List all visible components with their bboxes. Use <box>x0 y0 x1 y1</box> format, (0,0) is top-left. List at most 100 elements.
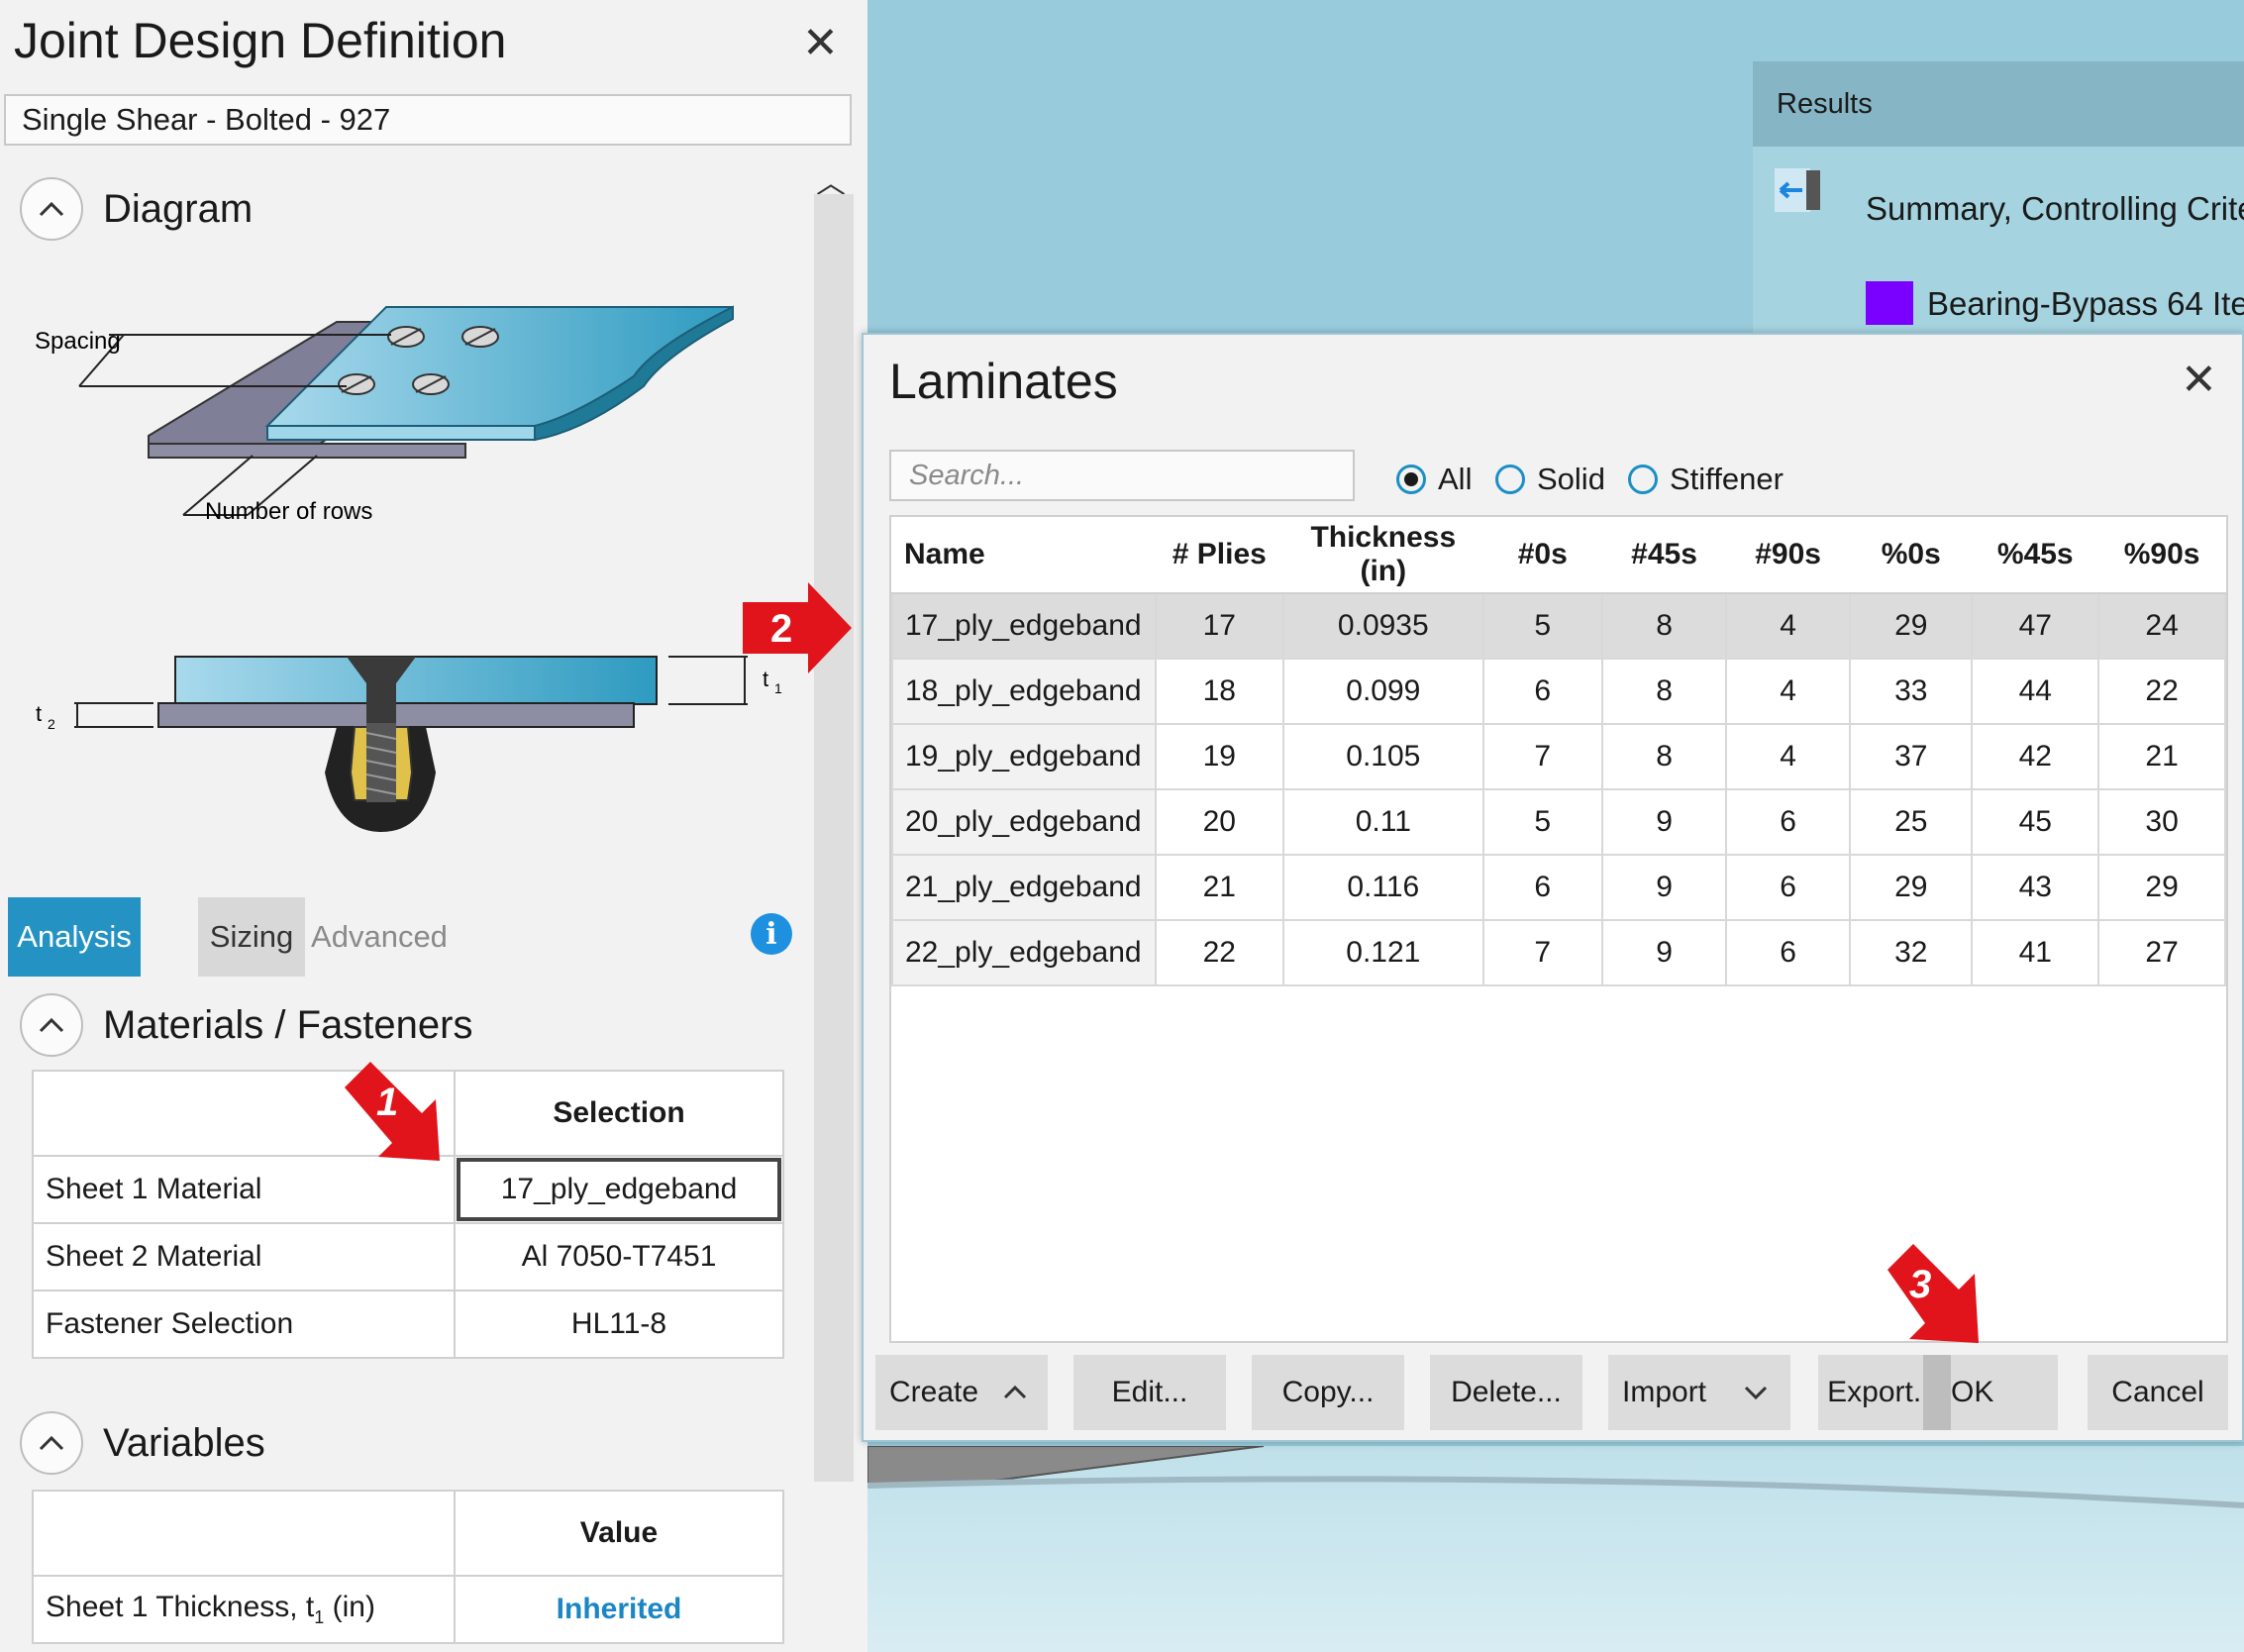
column-header[interactable]: Thickness (in) <box>1283 517 1483 594</box>
table-cell[interactable]: 0.0935 <box>1282 592 1484 660</box>
table-cell[interactable]: 45 <box>1971 788 2100 856</box>
table-cell[interactable]: 37 <box>1849 723 1974 790</box>
table-cell[interactable]: 24 <box>2097 592 2226 660</box>
scrollbar[interactable] <box>814 194 854 1482</box>
table-cell[interactable]: 9 <box>1601 854 1728 921</box>
tab-advanced[interactable]: Advanced <box>305 897 454 977</box>
table-cell[interactable]: 9 <box>1601 919 1728 986</box>
tab-analysis[interactable]: Analysis <box>8 897 141 977</box>
close-icon[interactable]: ✕ <box>2181 355 2217 405</box>
sheet2-material-selector[interactable]: Al 7050-T7451 <box>454 1222 784 1291</box>
diagram-section-header[interactable]: Diagram <box>20 174 253 244</box>
fastener-selector[interactable]: HL11-8 <box>454 1290 784 1359</box>
filter-all-radio[interactable]: All <box>1396 462 1472 497</box>
table-cell[interactable]: 22 <box>1154 919 1285 986</box>
table-row[interactable]: 19_ply_edgeband 19 0.105 7 8 4 37 42 21 <box>891 723 2226 790</box>
joint-name-field[interactable]: Single Shear - Bolted - 927 <box>4 94 852 146</box>
table-cell[interactable]: 8 <box>1601 723 1728 790</box>
table-cell[interactable]: 5 <box>1481 592 1604 660</box>
table-cell[interactable]: 6 <box>1725 919 1852 986</box>
laminate-name-cell[interactable]: 22_ply_edgeband <box>891 919 1157 986</box>
column-header[interactable]: %45s <box>1972 517 2099 594</box>
table-cell[interactable]: 7 <box>1481 919 1604 986</box>
copy-button[interactable]: Copy... <box>1252 1355 1404 1430</box>
results-item-bearing[interactable]: Bearing-Bypass 64 Iter <box>1927 285 2244 323</box>
table-cell[interactable]: 0.099 <box>1282 658 1484 725</box>
radio-icon[interactable] <box>1495 465 1525 494</box>
import-button[interactable]: Import <box>1608 1355 1790 1430</box>
table-cell[interactable]: 32 <box>1849 919 1974 986</box>
table-cell[interactable]: 4 <box>1725 658 1852 725</box>
table-cell[interactable]: 20 <box>1154 788 1285 856</box>
table-cell[interactable]: 17 <box>1154 592 1285 660</box>
table-cell[interactable]: 44 <box>1971 658 2100 725</box>
table-row[interactable]: 18_ply_edgeband 18 0.099 6 8 4 33 44 22 <box>891 658 2226 725</box>
table-cell[interactable]: 18 <box>1154 658 1285 725</box>
table-row[interactable]: 20_ply_edgeband 20 0.11 5 9 6 25 45 30 <box>891 788 2226 856</box>
table-cell[interactable]: 47 <box>1971 592 2100 660</box>
table-cell[interactable]: 29 <box>1849 592 1974 660</box>
collapse-chevron-icon[interactable] <box>20 1411 83 1475</box>
radio-icon[interactable] <box>1628 465 1658 494</box>
export-arrow-icon[interactable] <box>1775 168 1822 212</box>
table-cell[interactable]: 21 <box>1154 854 1285 921</box>
radio-selected-icon[interactable] <box>1396 465 1426 494</box>
laminate-name-cell[interactable]: 17_ply_edgeband <box>891 592 1157 660</box>
laminate-name-cell[interactable]: 19_ply_edgeband <box>891 723 1157 790</box>
laminate-name-cell[interactable]: 21_ply_edgeband <box>891 854 1157 921</box>
table-cell[interactable]: 27 <box>2097 919 2226 986</box>
tab-sizing[interactable]: Sizing <box>198 897 305 977</box>
table-cell[interactable]: 8 <box>1601 592 1728 660</box>
materials-section-header[interactable]: Materials / Fasteners <box>20 990 472 1060</box>
table-cell[interactable]: 30 <box>2097 788 2226 856</box>
ok-button[interactable]: OK <box>1951 1355 2058 1430</box>
table-row[interactable]: 21_ply_edgeband 21 0.116 6 9 6 29 43 29 <box>891 854 2226 921</box>
column-header[interactable]: #0s <box>1482 517 1603 594</box>
table-cell[interactable]: 25 <box>1849 788 1974 856</box>
sheet1-material-selector[interactable]: 17_ply_edgeband <box>454 1155 784 1224</box>
table-row[interactable]: 22_ply_edgeband 22 0.121 7 9 6 32 41 27 <box>891 919 2226 986</box>
edit-button[interactable]: Edit... <box>1073 1355 1226 1430</box>
column-header[interactable]: #45s <box>1602 517 1727 594</box>
table-cell[interactable]: 43 <box>1971 854 2100 921</box>
table-cell[interactable]: 6 <box>1725 854 1852 921</box>
table-cell[interactable]: 29 <box>2097 854 2226 921</box>
filter-stiffener-radio[interactable]: Stiffener <box>1628 462 1784 497</box>
search-input[interactable]: Search... <box>889 450 1355 501</box>
table-cell[interactable]: 4 <box>1725 723 1852 790</box>
column-header[interactable]: #90s <box>1726 517 1851 594</box>
column-header[interactable]: %0s <box>1850 517 1973 594</box>
table-cell[interactable]: 42 <box>1971 723 2100 790</box>
table-cell[interactable]: 4 <box>1725 592 1852 660</box>
table-cell[interactable]: 19 <box>1154 723 1285 790</box>
laminate-name-cell[interactable]: 20_ply_edgeband <box>891 788 1157 856</box>
table-cell[interactable]: 8 <box>1601 658 1728 725</box>
table-cell[interactable]: 0.116 <box>1282 854 1484 921</box>
table-cell[interactable]: 22 <box>2097 658 2226 725</box>
table-cell[interactable]: 41 <box>1971 919 2100 986</box>
filter-solid-radio[interactable]: Solid <box>1495 462 1605 497</box>
table-cell[interactable]: 6 <box>1481 658 1604 725</box>
results-item-summary[interactable]: Summary, Controlling Crite <box>1866 190 2244 228</box>
column-header[interactable]: # Plies <box>1155 517 1284 594</box>
table-row[interactable]: 17_ply_edgeband 17 0.0935 5 8 4 29 47 24 <box>891 592 2226 660</box>
collapse-chevron-icon[interactable] <box>20 993 83 1057</box>
variables-section-header[interactable]: Variables <box>20 1408 265 1478</box>
table-cell[interactable]: 6 <box>1481 854 1604 921</box>
column-header[interactable]: Name <box>892 517 1156 594</box>
table-cell[interactable]: 0.121 <box>1282 919 1484 986</box>
cancel-button[interactable]: Cancel <box>2088 1355 2228 1430</box>
column-header[interactable]: %90s <box>2098 517 2225 594</box>
close-icon[interactable]: ✕ <box>802 18 839 68</box>
laminate-name-cell[interactable]: 18_ply_edgeband <box>891 658 1157 725</box>
table-cell[interactable]: 0.105 <box>1282 723 1484 790</box>
table-cell[interactable]: 6 <box>1725 788 1852 856</box>
table-cell[interactable]: 29 <box>1849 854 1974 921</box>
table-cell[interactable]: 5 <box>1481 788 1604 856</box>
table-cell[interactable]: 0.11 <box>1282 788 1484 856</box>
sheet1-thickness-value[interactable]: Inherited <box>454 1575 784 1644</box>
table-cell[interactable]: 7 <box>1481 723 1604 790</box>
table-cell[interactable]: 21 <box>2097 723 2226 790</box>
delete-button[interactable]: Delete... <box>1430 1355 1582 1430</box>
collapse-chevron-icon[interactable] <box>20 177 83 241</box>
